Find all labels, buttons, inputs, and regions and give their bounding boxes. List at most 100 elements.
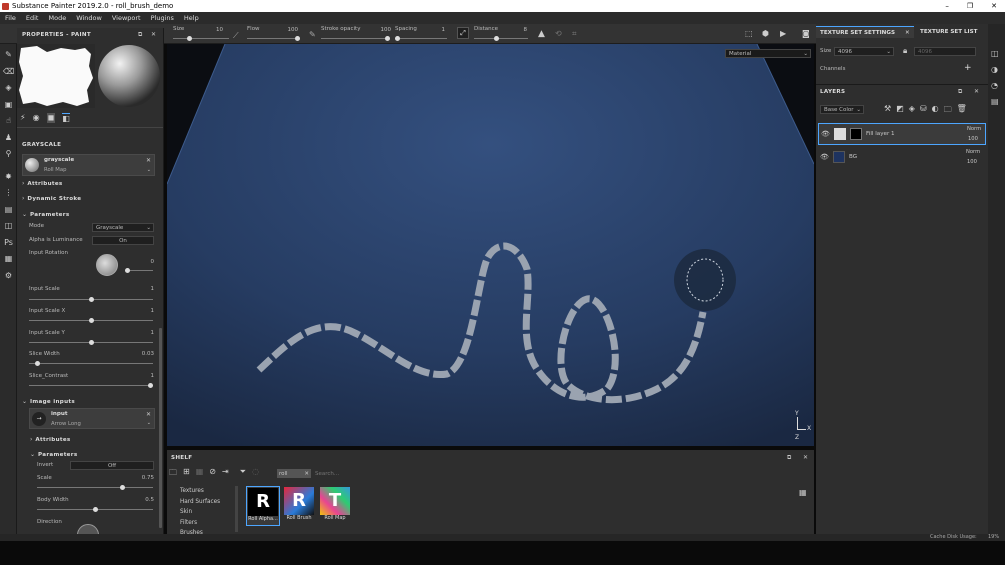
bake-icon[interactable]: ✸ (3, 169, 14, 186)
slice-width-value[interactable]: 0.03 (132, 351, 154, 357)
flow-slider[interactable] (247, 36, 300, 41)
add-fill-layer-icon[interactable]: ◈ (909, 104, 915, 118)
scale2-slider[interactable] (37, 485, 153, 490)
render-cube-icon[interactable]: ⬢ (762, 29, 769, 38)
spacing-slider[interactable] (395, 36, 447, 41)
viewport-material-select[interactable]: Material ⌄ (725, 49, 811, 58)
menu-window[interactable]: Window (71, 14, 107, 22)
screenshot-camera-icon[interactable]: ◙ (802, 29, 810, 38)
image-inputs-toggle[interactable]: ⌄ Image inputs (22, 398, 75, 405)
video-camera-icon[interactable]: ▶ (780, 29, 786, 38)
panel-popout-icon[interactable]: ⧉ (138, 31, 142, 39)
filter-tag[interactable]: roll ✕ (277, 469, 311, 478)
opacity-slider[interactable] (321, 36, 390, 41)
new-folder-icon[interactable]: ⊞ (183, 467, 190, 481)
log-dock-icon[interactable]: ▤ (991, 94, 999, 110)
image-input-dropdown-icon[interactable]: ⌄ (147, 420, 151, 426)
category-filters[interactable]: Filters (180, 518, 220, 529)
rotation-slider[interactable] (125, 268, 153, 273)
spacing-value[interactable]: 1 (425, 27, 446, 33)
resource-remove-icon[interactable]: ✕ (146, 157, 151, 164)
body-width-slider[interactable] (37, 507, 153, 512)
settings-gear-icon[interactable]: ⚙ (3, 268, 14, 285)
resource-dropdown-icon[interactable]: ⌄ (147, 167, 151, 173)
image-input-remove-icon[interactable]: ✕ (146, 411, 151, 418)
opacity-value[interactable]: 100 (373, 27, 392, 33)
tab-close-icon[interactable]: ✕ (905, 30, 910, 36)
rotation-dial[interactable] (96, 254, 118, 276)
body-width-value[interactable]: 0.5 (130, 497, 154, 503)
mode-select[interactable]: Grayscale ⌄ (92, 223, 154, 232)
maximize-button[interactable]: ❐ (967, 2, 973, 10)
layer-opacity[interactable]: 100 (967, 159, 977, 165)
display-settings-icon[interactable]: ▤ (3, 202, 14, 219)
material-tab-icon[interactable]: ◉ (33, 113, 40, 123)
size-value[interactable]: 10 (205, 27, 223, 33)
hide-icon[interactable]: ⊘ (209, 467, 216, 481)
shelf-item[interactable]: T Roll Map (318, 486, 352, 526)
add-mask-icon[interactable]: ◩ (896, 104, 904, 118)
layers-close-icon[interactable]: ✕ (974, 88, 979, 95)
category-skin[interactable]: Skin (180, 507, 220, 518)
texture-set-dock-icon[interactable]: ◫ (991, 46, 999, 62)
menu-help[interactable]: Help (179, 14, 204, 22)
properties-scrollbar[interactable] (159, 328, 162, 528)
add-smart-icon[interactable]: ◐ (932, 104, 939, 118)
shelf-item[interactable]: R Roll Brush (282, 486, 316, 526)
flow-value[interactable]: 100 (280, 27, 299, 33)
image-input-slot[interactable]: → input Arrow Long ✕ ⌄ (29, 408, 155, 429)
resource-slot[interactable]: grayscale Roll Map ✕ ⌄ (22, 154, 155, 176)
panel-close-icon[interactable]: ✕ (151, 31, 156, 38)
dynamic-stroke-toggle[interactable]: › Dynamic Stroke (22, 195, 81, 202)
display-dock-icon[interactable]: ◑ (991, 62, 999, 78)
alpha-luminance-toggle[interactable]: On (92, 236, 154, 245)
input-scale-y-slider[interactable] (29, 340, 153, 345)
parameters2-toggle[interactable]: ⌄ Parameters (30, 451, 77, 458)
input-scale-value[interactable]: 1 (132, 286, 155, 292)
grid-view-icon[interactable]: ▦ (799, 488, 807, 497)
attributes2-toggle[interactable]: › Attributes (30, 436, 71, 443)
add-paint-layer-icon[interactable]: ⛁ (920, 104, 927, 118)
layer-blend-mode[interactable]: Norm (966, 149, 980, 155)
shader-icon[interactable]: ▦ (3, 251, 14, 268)
material-sphere-preview[interactable] (97, 44, 161, 108)
color-picker-icon[interactable]: ⚲ (3, 146, 14, 163)
alpha-tab-icon[interactable]: ◧ (62, 113, 70, 123)
distance-value[interactable]: 8 (505, 27, 528, 33)
scale2-value[interactable]: 0.75 (130, 475, 154, 481)
shelf-item[interactable]: R Roll Alpha... (246, 486, 280, 526)
parameters-toggle[interactable]: ⌄ Parameters (22, 211, 69, 218)
shelf-close-icon[interactable]: ✕ (803, 454, 808, 461)
viewport-canvas[interactable] (167, 44, 814, 446)
menu-edit[interactable]: Edit (21, 14, 44, 22)
alpha-preview[interactable] (17, 44, 95, 108)
clone-icon[interactable]: ♟ (3, 130, 14, 147)
input-scale-x-slider[interactable] (29, 318, 153, 323)
input-scale-slider[interactable] (29, 297, 153, 302)
eraser-icon[interactable]: ⌫ (3, 64, 14, 81)
lock-icon[interactable]: 🔒︎ (903, 46, 907, 56)
channel-select[interactable]: Base Color ⌄ (820, 105, 864, 114)
slice-contrast-value[interactable]: 1 (132, 373, 155, 379)
add-folder-icon[interactable]: 🗀 (944, 104, 952, 118)
brush-tab-icon[interactable]: ⚡ (20, 113, 26, 123)
save-preset-icon[interactable]: ▦ (196, 467, 204, 481)
lazy-mouse-icon[interactable]: ⤢ (457, 27, 469, 39)
close-button[interactable]: ✕ (991, 2, 997, 10)
add-effect-icon[interactable]: ⚒ (884, 104, 891, 118)
add-channel-icon[interactable]: + (964, 63, 972, 73)
slice-width-slider[interactable] (29, 361, 153, 366)
search-scope-icon[interactable]: ◌ (252, 467, 259, 481)
filter-tag-close-icon[interactable]: ✕ (304, 471, 311, 477)
delete-layer-icon[interactable]: 🗑 (957, 104, 967, 118)
measure-icon[interactable]: ⋮ (3, 185, 14, 202)
menu-file[interactable]: File (0, 14, 21, 22)
visibility-eye-icon[interactable]: 👁︎ (820, 153, 829, 161)
layer-blend-mode[interactable]: Norm (967, 126, 981, 132)
flow-pressure-icon[interactable]: ✎ (309, 30, 316, 39)
slice-contrast-slider[interactable] (29, 383, 153, 388)
menu-mode[interactable]: Mode (43, 14, 71, 22)
layer-row[interactable]: 👁︎ Fill layer 1 Norm 100 (818, 123, 986, 145)
size-slider[interactable] (173, 36, 229, 41)
rotation-value[interactable]: 0 (132, 259, 155, 265)
